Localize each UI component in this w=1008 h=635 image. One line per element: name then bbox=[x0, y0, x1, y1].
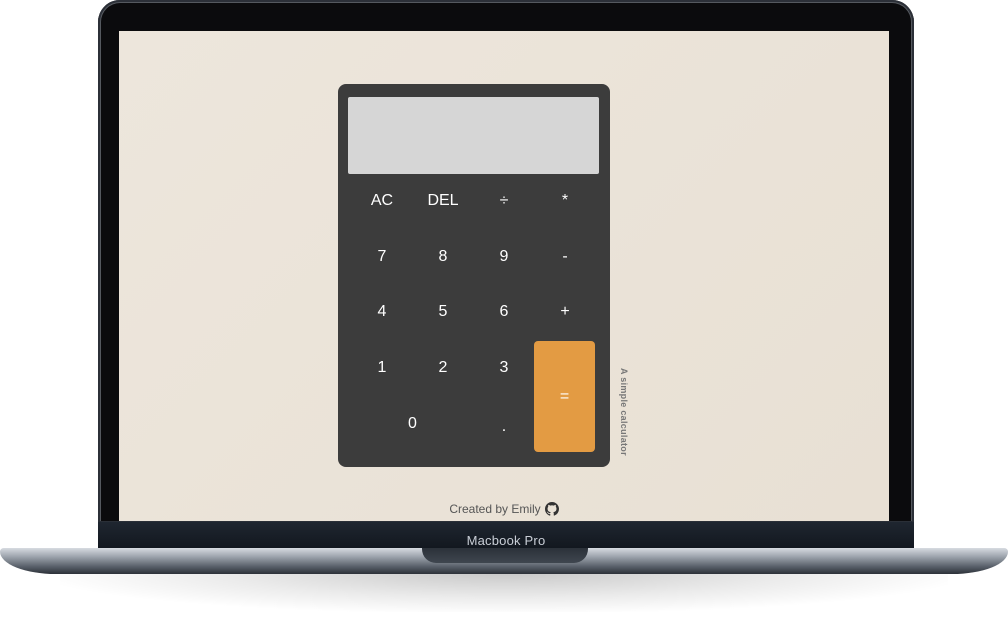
calculator: AC DEL ÷ * 7 8 9 - 4 5 6 + 1 2 3 = 0 . bbox=[338, 84, 610, 467]
decimal-button[interactable]: . bbox=[474, 402, 534, 452]
calculator-display bbox=[348, 97, 599, 174]
footer: Created by Emily bbox=[119, 502, 889, 516]
subtract-button[interactable]: - bbox=[535, 232, 595, 282]
laptop-screen: AC DEL ÷ * 7 8 9 - 4 5 6 + 1 2 3 = 0 . A… bbox=[119, 31, 889, 521]
digit-2-button[interactable]: 2 bbox=[413, 343, 473, 393]
digit-3-button[interactable]: 3 bbox=[474, 343, 534, 393]
laptop-mockup: AC DEL ÷ * 7 8 9 - 4 5 6 + 1 2 3 = 0 . A… bbox=[0, 0, 1008, 635]
digit-7-button[interactable]: 7 bbox=[352, 232, 412, 282]
digit-5-button[interactable]: 5 bbox=[413, 287, 473, 337]
laptop-lid: AC DEL ÷ * 7 8 9 - 4 5 6 + 1 2 3 = 0 . A… bbox=[98, 0, 914, 553]
model-label: Macbook Pro bbox=[466, 533, 546, 548]
digit-4-button[interactable]: 4 bbox=[352, 287, 412, 337]
delete-button[interactable]: DEL bbox=[413, 176, 473, 226]
multiply-button[interactable]: * bbox=[535, 176, 595, 226]
floor-shadow bbox=[60, 572, 948, 612]
divide-button[interactable]: ÷ bbox=[474, 176, 534, 226]
digit-9-button[interactable]: 9 bbox=[474, 232, 534, 282]
digit-1-button[interactable]: 1 bbox=[352, 343, 412, 393]
add-button[interactable]: + bbox=[535, 287, 595, 337]
laptop-notch bbox=[422, 548, 588, 563]
equals-button[interactable]: = bbox=[534, 341, 595, 452]
side-caption: A simple calculator bbox=[619, 368, 629, 456]
digit-6-button[interactable]: 6 bbox=[474, 287, 534, 337]
digit-8-button[interactable]: 8 bbox=[413, 232, 473, 282]
footer-credit: Created by Emily bbox=[449, 502, 541, 516]
github-icon[interactable] bbox=[544, 502, 559, 516]
all-clear-button[interactable]: AC bbox=[352, 176, 412, 226]
digit-0-button[interactable]: 0 bbox=[352, 399, 473, 449]
